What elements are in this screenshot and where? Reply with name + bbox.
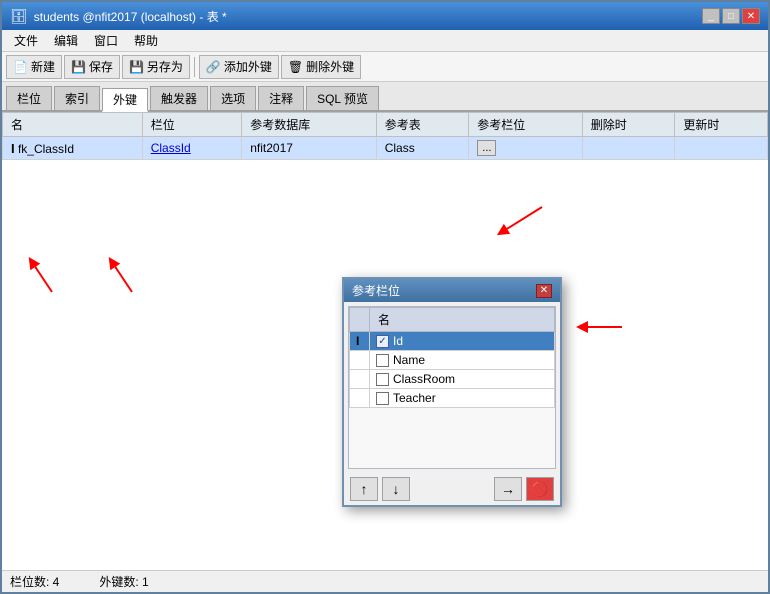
dialog-col-check bbox=[350, 308, 370, 332]
dialog-row-id[interactable]: I Id bbox=[350, 332, 555, 351]
fk-updtime bbox=[675, 137, 768, 160]
window-title: students @nfit2017 (localhost) - 表 * bbox=[34, 8, 227, 25]
tabs: 栏位 索引 外键 触发器 选项 注释 SQL 预览 bbox=[2, 82, 768, 112]
dialog-footer-right: → 🚫 bbox=[494, 477, 554, 501]
dialog-row-name[interactable]: Name bbox=[350, 351, 555, 370]
toolbar-separator bbox=[194, 57, 195, 77]
close-button[interactable]: ✕ bbox=[742, 8, 760, 24]
tab-index[interactable]: 索引 bbox=[54, 86, 100, 110]
id-checkbox[interactable] bbox=[376, 335, 389, 348]
col-refdb-header: 参考数据库 bbox=[242, 113, 376, 137]
classroom-checkbox[interactable] bbox=[376, 373, 389, 386]
dialog-row-classroom[interactable]: ClassRoom bbox=[350, 370, 555, 389]
confirm-button[interactable]: → bbox=[494, 477, 522, 501]
col-reftable-header: 参考表 bbox=[376, 113, 469, 137]
new-icon: 📄 bbox=[13, 60, 28, 74]
table-row[interactable]: I fk_ClassId ClassId nfit2017 Class ... bbox=[3, 137, 768, 160]
add-fk-button[interactable]: 🔗 添加外键 bbox=[199, 55, 279, 79]
dialog-teacher-cell: Teacher bbox=[370, 389, 555, 408]
fk-reftable: Class bbox=[376, 137, 469, 160]
dialog-col-name: 名 bbox=[370, 308, 555, 332]
menu-window[interactable]: 窗口 bbox=[86, 30, 126, 51]
fk-deltime bbox=[582, 137, 675, 160]
col-refcol-header: 参考栏位 bbox=[469, 113, 583, 137]
dialog-row-teacher[interactable]: Teacher bbox=[350, 389, 555, 408]
dialog-title: 参考栏位 bbox=[352, 282, 400, 299]
tab-sql[interactable]: SQL 预览 bbox=[306, 86, 379, 110]
cancel-button[interactable]: 🚫 bbox=[526, 477, 554, 501]
tab-comment[interactable]: 注释 bbox=[258, 86, 304, 110]
save-icon: 💾 bbox=[71, 60, 86, 74]
dialog-cursor-id: I bbox=[350, 332, 370, 351]
dialog-footer-left: ↑ ↓ bbox=[350, 477, 410, 501]
id-label: Id bbox=[393, 334, 403, 348]
dialog-titlebar: 参考栏位 ✕ bbox=[344, 279, 560, 302]
delete-fk-icon: 🗑 bbox=[288, 60, 303, 74]
add-fk-icon: 🔗 bbox=[206, 60, 221, 74]
fk-refcol[interactable]: ... bbox=[469, 137, 583, 160]
fk-refdb: nfit2017 bbox=[242, 137, 376, 160]
col-field-header: 栏位 bbox=[142, 113, 242, 137]
new-button[interactable]: 📄 新建 bbox=[6, 55, 62, 79]
col-count: 栏位数: 4 bbox=[10, 573, 59, 590]
tab-fk[interactable]: 外键 bbox=[102, 88, 148, 112]
toolbar: 📄 新建 💾 保存 💾 另存为 🔗 添加外键 🗑 删除外键 bbox=[2, 52, 768, 82]
col-updtime-header: 更新时 bbox=[675, 113, 768, 137]
saveas-button[interactable]: 💾 另存为 bbox=[122, 55, 190, 79]
titlebar: 🗄 students @nfit2017 (localhost) - 表 * _… bbox=[2, 2, 768, 30]
dialog-close-button[interactable]: ✕ bbox=[536, 284, 552, 298]
menubar: 文件 编辑 窗口 帮助 bbox=[2, 30, 768, 52]
row-cursor: I fk_ClassId bbox=[3, 137, 143, 160]
menu-edit[interactable]: 编辑 bbox=[46, 30, 86, 51]
minimize-button[interactable]: _ bbox=[702, 8, 720, 24]
col-deltime-header: 删除时 bbox=[582, 113, 675, 137]
statusbar: 栏位数: 4 外键数: 1 bbox=[2, 570, 768, 592]
menu-file[interactable]: 文件 bbox=[6, 30, 46, 51]
fk-name: fk_ClassId bbox=[18, 142, 74, 156]
refcol-dialog: 参考栏位 ✕ 名 I bbox=[342, 277, 562, 507]
save-button[interactable]: 💾 保存 bbox=[64, 55, 120, 79]
name-label: Name bbox=[393, 353, 425, 367]
teacher-label: Teacher bbox=[393, 391, 436, 405]
delete-fk-button[interactable]: 🗑 删除外键 bbox=[281, 55, 361, 79]
tab-options[interactable]: 选项 bbox=[210, 86, 256, 110]
dialog-name-cell: Name bbox=[370, 351, 555, 370]
saveas-icon: 💾 bbox=[129, 60, 144, 74]
content-area: 名 栏位 参考数据库 参考表 参考栏位 删除时 更新时 I fk_ClassId bbox=[2, 112, 768, 570]
fk-table: 名 栏位 参考数据库 参考表 参考栏位 删除时 更新时 I fk_ClassId bbox=[2, 112, 768, 160]
tab-fields[interactable]: 栏位 bbox=[6, 86, 52, 110]
fk-field: ClassId bbox=[142, 137, 242, 160]
dialog-id-cell: Id bbox=[370, 332, 555, 351]
fk-count: 外键数: 1 bbox=[99, 573, 148, 590]
move-up-button[interactable]: ↑ bbox=[350, 477, 378, 501]
dialog-table: 名 I Id bbox=[349, 307, 555, 408]
tab-trigger[interactable]: 触发器 bbox=[150, 86, 208, 110]
main-window: 🗄 students @nfit2017 (localhost) - 表 * _… bbox=[0, 0, 770, 594]
dialog-classroom-cell: ClassRoom bbox=[370, 370, 555, 389]
maximize-button[interactable]: □ bbox=[722, 8, 740, 24]
refcol-dots-button[interactable]: ... bbox=[477, 140, 496, 156]
classroom-label: ClassRoom bbox=[393, 372, 455, 386]
titlebar-controls: _ □ ✕ bbox=[702, 8, 760, 24]
col-name-header: 名 bbox=[3, 113, 143, 137]
teacher-checkbox[interactable] bbox=[376, 392, 389, 405]
name-checkbox[interactable] bbox=[376, 354, 389, 367]
menu-help[interactable]: 帮助 bbox=[126, 30, 166, 51]
dialog-footer: ↑ ↓ → 🚫 bbox=[344, 473, 560, 505]
move-down-button[interactable]: ↓ bbox=[382, 477, 410, 501]
